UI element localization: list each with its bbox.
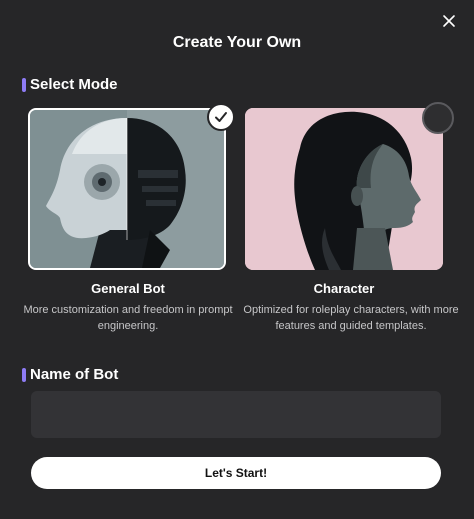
bot-name-input[interactable] (31, 391, 441, 438)
general-bot-title: General Bot (91, 281, 165, 296)
accent-bar (22, 77, 26, 92)
lets-start-button[interactable]: Let's Start! (31, 457, 441, 489)
mode-card-character[interactable] (245, 108, 443, 270)
accent-bar (22, 367, 26, 382)
name-of-bot-heading: Name of Bot (22, 366, 118, 383)
dialog-title: Create Your Own (172, 34, 302, 51)
checkmark-icon (215, 112, 227, 122)
close-icon (443, 15, 455, 27)
mode-card-general-bot[interactable] (28, 108, 226, 270)
mode-selected-check (207, 103, 235, 131)
general-bot-description: More customization and freedom in prompt… (23, 304, 233, 332)
name-of-bot-label: Name of Bot (30, 366, 119, 383)
select-mode-heading: Select Mode (22, 76, 118, 93)
mode-unselected-radio[interactable] (422, 102, 454, 134)
woman-profile-image (245, 108, 443, 270)
robot-head-image (30, 110, 224, 268)
character-title: Character (313, 281, 375, 296)
character-description: Optimized for roleplay characters, with … (243, 304, 459, 332)
close-button[interactable] (438, 10, 460, 32)
create-your-own-dialog: Create Your Own Select Mode General Bot … (0, 0, 474, 519)
select-mode-label: Select Mode (30, 76, 118, 93)
